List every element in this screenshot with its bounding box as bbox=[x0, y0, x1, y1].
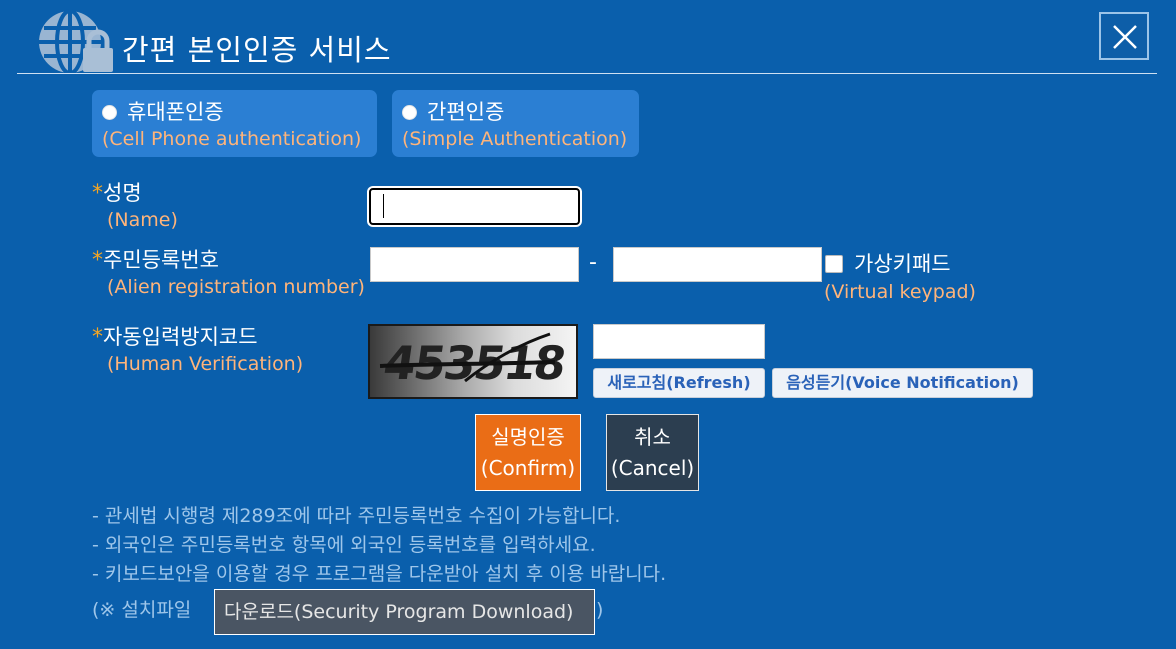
cancel-sub-label: (Cancel) bbox=[610, 456, 695, 480]
cell-phone-auth-option[interactable]: 휴대폰인증 (Cell Phone authentication) bbox=[92, 90, 377, 157]
simple-auth-sub: (Simple Authentication) bbox=[402, 128, 628, 150]
download-button[interactable]: 다운로드(Security Program Download) bbox=[214, 589, 595, 635]
registration-label: 주민등록번호 bbox=[103, 248, 219, 272]
note-line-1: - 관세법 시행령 제289조에 따라 주민등록번호 수집이 가능합니다. bbox=[92, 505, 621, 527]
install-prefix: (※ 설치파일 bbox=[92, 599, 192, 621]
cell-phone-auth-label: 휴대폰인증 bbox=[127, 100, 224, 124]
captcha-strike-lines bbox=[379, 332, 556, 383]
simple-auth-option[interactable]: 간편인증 (Simple Authentication) bbox=[392, 90, 639, 157]
note-line-3: - 키보드보안을 이용할 경우 프로그램을 다운받아 설치 후 이용 바랍니다. bbox=[92, 563, 667, 585]
simple-auth-label: 간편인증 bbox=[427, 100, 505, 124]
install-suffix: ) bbox=[596, 599, 604, 621]
virtual-keypad-sub-label: (Virtual keypad) bbox=[824, 281, 976, 303]
cancel-button[interactable]: 취소 (Cancel) bbox=[606, 414, 699, 491]
captcha-sub-label: (Human Verification) bbox=[107, 353, 304, 375]
captcha-label-group: *자동입력방지코드 (Human Verification) bbox=[92, 324, 303, 378]
note-line-2: - 외국인은 주민등록번호 항목에 외국인 등록번호를 입력하세요. bbox=[92, 534, 596, 556]
registration-label-group: *주민등록번호 (Alien registration number) bbox=[92, 247, 365, 301]
cell-phone-auth-sub: (Cell Phone authentication) bbox=[102, 128, 362, 150]
confirm-sub-label: (Confirm) bbox=[480, 456, 576, 480]
dialog-title: 간편 본인인증 서비스 bbox=[122, 33, 392, 67]
close-icon bbox=[1113, 25, 1137, 49]
name-input[interactable] bbox=[369, 188, 580, 225]
close-button[interactable] bbox=[1099, 12, 1149, 60]
required-mark: * bbox=[92, 325, 103, 350]
globe-lock-icon bbox=[34, 8, 120, 75]
registration-separator: - bbox=[589, 250, 597, 275]
name-label: 성명 bbox=[103, 181, 142, 205]
name-label-group: *성명 (Name) bbox=[92, 180, 178, 234]
virtual-keypad-label: 가상키패드 bbox=[854, 252, 951, 276]
name-sub-label: (Name) bbox=[107, 209, 178, 231]
required-mark: * bbox=[92, 248, 103, 273]
header-divider bbox=[17, 73, 1157, 74]
cancel-label: 취소 bbox=[634, 425, 671, 449]
captcha-label: 자동입력방지코드 bbox=[103, 325, 258, 349]
text-caret bbox=[383, 194, 384, 218]
registration-part1-input[interactable] bbox=[370, 247, 579, 282]
captcha-image: 453518 bbox=[368, 324, 578, 399]
confirm-label: 실명인증 bbox=[491, 425, 565, 449]
virtual-keypad-checkbox[interactable] bbox=[825, 255, 843, 273]
cell-phone-auth-radio[interactable] bbox=[102, 104, 117, 120]
registration-sub-label: (Alien registration number) bbox=[107, 276, 365, 298]
simple-auth-radio[interactable] bbox=[402, 104, 417, 120]
captcha-input[interactable] bbox=[593, 324, 765, 359]
required-mark: * bbox=[92, 181, 103, 206]
voice-button[interactable]: 음성듣기(Voice Notification) bbox=[772, 368, 1033, 398]
registration-part2-input[interactable] bbox=[613, 247, 822, 282]
refresh-button[interactable]: 새로고침(Refresh) bbox=[593, 368, 765, 398]
confirm-button[interactable]: 실명인증 (Confirm) bbox=[475, 414, 581, 491]
